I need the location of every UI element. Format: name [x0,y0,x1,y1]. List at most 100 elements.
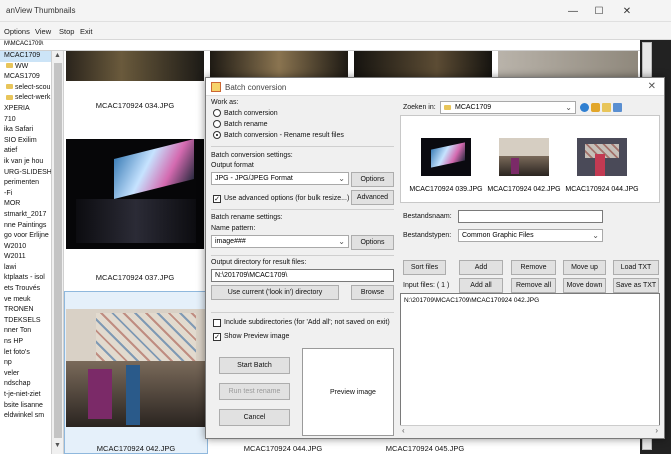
back-icon[interactable] [580,103,589,112]
thumbnail-image[interactable] [66,51,204,81]
tree-item[interactable]: WW [0,62,51,73]
tree-item[interactable]: 710 [0,115,51,126]
load-txt-button[interactable]: Load TXT [613,260,659,275]
tree-item[interactable]: nne Paintings [0,221,51,232]
run-test-rename-button[interactable]: Run test rename [219,383,290,400]
move-up-button[interactable]: Move up [563,260,606,275]
tree-item[interactable]: ndschap [0,379,51,390]
minimize-icon[interactable]: — [560,2,586,20]
tree-item[interactable]: ve meuk [0,295,51,306]
tree-item[interactable]: atief [0,146,51,157]
scroll-left-icon[interactable]: ‹ [402,426,405,435]
advanced-options-checkbox[interactable]: ✓ [213,195,221,203]
menu-stop[interactable]: Stop [59,27,74,36]
move-down-button[interactable]: Move down [563,278,606,293]
tree-item[interactable]: MOR [0,199,51,210]
view-menu-icon[interactable] [613,103,622,112]
scroll-down-icon[interactable]: ▼ [54,442,61,449]
tree-item[interactable]: ik van je hou [0,157,51,168]
tree-item[interactable]: let foto's [0,348,51,359]
up-folder-icon[interactable] [591,103,600,112]
tree-item[interactable]: TRONEN [0,305,51,316]
menu-options[interactable]: Options [4,27,30,36]
menu-view[interactable]: View [35,27,51,36]
show-preview-checkbox[interactable]: ✓ [213,333,221,341]
tree-item[interactable]: select-scou [0,83,51,94]
file-thumbnail[interactable] [577,138,627,176]
file-thumbnail[interactable] [421,138,471,176]
tree-scrollbar[interactable]: ▲ ▼ [52,51,64,454]
tree-item[interactable]: bsite lisanne [0,401,51,412]
thumbnail-image[interactable] [66,309,206,427]
tree-item[interactable]: MCAS1709 [0,72,51,83]
start-batch-button[interactable]: Start Batch [219,357,290,374]
tree-item[interactable]: veler [0,369,51,380]
radio-batch-conversion[interactable] [213,109,221,117]
tree-item[interactable]: ets Trouvés [0,284,51,295]
radio-batch-conversion-rename[interactable] [213,131,221,139]
radio-batch-rename-label[interactable]: Batch rename [224,121,268,128]
filetype-select[interactable]: Common Graphic Files ⌄ [458,229,603,242]
radio-batch-conversion-label[interactable]: Batch conversion [224,110,278,117]
sort-files-button[interactable]: Sort files [403,260,446,275]
input-file-row[interactable]: N:\201709\MCAC1709\MCAC170924 042.JPG [404,297,539,304]
show-preview-label[interactable]: Show Preview image [224,333,289,340]
close-icon[interactable]: ✕ [614,2,640,20]
tree-item[interactable]: XPERIA [0,104,51,115]
advanced-button[interactable]: Advanced [351,190,394,205]
output-format-select[interactable]: JPG - JPG/JPEG Format ⌄ [211,172,349,185]
format-options-button[interactable]: Options [351,172,394,187]
tree-item[interactable]: go voor Erlijne [0,231,51,242]
file-list-hscroll[interactable]: ‹ › [400,425,660,436]
tree-item[interactable]: select-werk [0,93,51,104]
rename-options-button[interactable]: Options [351,235,394,250]
tree-item[interactable]: SIO Exilim [0,136,51,147]
dialog-close-icon[interactable]: ✕ [648,81,656,92]
remove-all-button[interactable]: Remove all [511,278,556,293]
tree-item[interactable]: URG-SLIDESH [0,168,51,179]
file-thumbnail[interactable] [499,138,549,176]
folder-tree[interactable]: MCAC1709 WW MCAS1709 select-scou select-werk… [0,51,52,454]
scroll-up-icon[interactable]: ▲ [54,52,61,59]
include-subdirectories-checkbox[interactable] [213,319,221,327]
radio-batch-conversion-rename-label[interactable]: Batch conversion - Rename result files [224,132,344,139]
include-subdirectories-label[interactable]: Include subdirectories (for 'Add all'; n… [224,319,390,326]
add-button[interactable]: Add [459,260,503,275]
filename-input[interactable] [458,210,603,223]
advanced-options-label[interactable]: Use advanced options (for bulk resize...… [224,195,349,202]
remove-button[interactable]: Remove [511,260,556,275]
tree-item[interactable]: ns HP [0,337,51,348]
tree-item[interactable]: W2011 [0,252,51,263]
menu-exit[interactable]: Exit [80,27,93,36]
tree-item[interactable]: stmarkt_2017 [0,210,51,221]
tree-item[interactable]: MCAC1709 [0,51,51,62]
radio-batch-rename[interactable] [213,120,221,128]
tree-item-label: ika Safari [4,126,34,134]
tree-item[interactable]: TDEKSELS [0,316,51,327]
tree-item[interactable]: np [0,358,51,369]
tree-item[interactable]: W2010 [0,242,51,253]
tree-item[interactable]: perimenten [0,178,51,189]
tree-item-label: 710 [4,115,16,123]
thumbnail-image[interactable] [66,139,204,249]
tree-scroll-thumb[interactable] [54,63,62,438]
tree-item[interactable]: lawi [0,263,51,274]
save-txt-button[interactable]: Save as TXT [613,278,659,293]
tree-item[interactable]: ktplaats - isol [0,273,51,284]
tree-item[interactable]: eldwinkel sm [0,411,51,422]
scroll-right-icon[interactable]: › [655,426,658,435]
add-all-button[interactable]: Add all [459,278,503,293]
cancel-button[interactable]: Cancel [219,409,290,426]
tree-item[interactable]: t-je-niet-ziet [0,390,51,401]
name-pattern-input[interactable]: image### ⌄ [211,235,349,248]
use-current-dir-button[interactable]: Use current ('look in') directory [211,285,339,300]
browse-button[interactable]: Browse [351,285,394,300]
input-files-list[interactable]: N:\201709\MCAC1709\MCAC170924 042.JPG [400,293,660,436]
new-folder-icon[interactable] [602,103,611,112]
tree-item[interactable]: ika Safari [0,125,51,136]
maximize-icon[interactable]: ☐ [586,2,612,20]
tree-item[interactable]: -Fi [0,189,51,200]
look-in-select[interactable]: MCAC1709 ⌄ [440,101,576,114]
output-dir-input[interactable]: N:\201709\MCAC1709\ [211,269,394,282]
tree-item[interactable]: nner Ton [0,326,51,337]
